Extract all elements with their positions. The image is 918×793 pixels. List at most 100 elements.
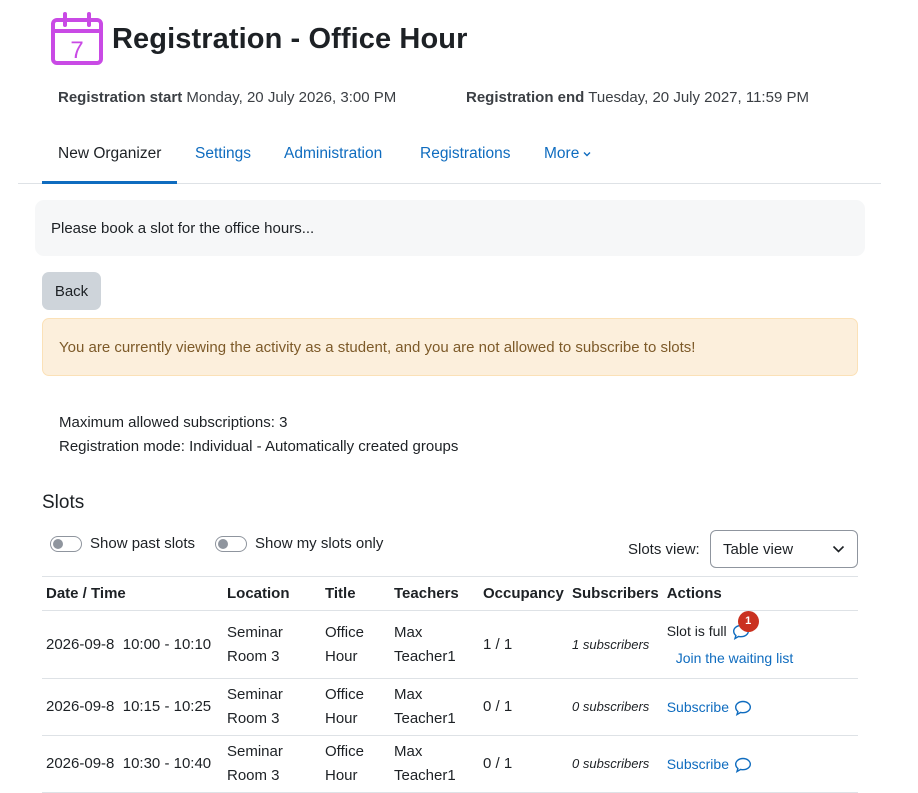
registration-end-label: Registration end: [466, 89, 585, 106]
slot-teacher-line1: Max: [394, 743, 423, 760]
comment-icon[interactable]: [734, 699, 752, 716]
slot-date: 2026-09-8: [46, 698, 115, 715]
slot-location: Seminar Room 3: [223, 678, 321, 736]
page-header: 7 Registration - Office Hour: [50, 12, 467, 66]
slot-occupancy: 0 / 1: [479, 678, 568, 736]
slot-time: 10:30 - 10:40: [122, 755, 212, 772]
slot-title-line2: Hour: [325, 767, 358, 784]
registration-start-value: Monday, 20 July 2026, 3:00 PM: [186, 89, 397, 106]
slot-full-status: Slot is full: [666, 623, 727, 639]
student-warning-alert: You are currently viewing the activity a…: [42, 318, 858, 376]
slot-date: 2026-09-8: [46, 635, 115, 653]
registration-end: Registration end Tuesday, 20 July 2027, …: [466, 89, 809, 106]
chevron-down-icon: [832, 545, 845, 553]
table-row: 2026-09-8 10:00 - 10:10 Seminar Room 3 Of…: [42, 610, 858, 679]
slots-view-label: Slots view:: [628, 541, 700, 558]
slot-occupancy: 0 / 1: [479, 735, 568, 793]
comment-icon-graphic: [734, 757, 751, 773]
slot-actions: Subscribe: [662, 735, 858, 793]
slot-title-line2: Hour: [325, 710, 358, 727]
slot-subscribers: 0 subscribers: [568, 735, 663, 793]
slot-teacher-line2: Teacher1: [394, 767, 456, 784]
toggle-switch[interactable]: [50, 535, 82, 552]
intro-box: Please book a slot for the office hours.…: [35, 200, 865, 256]
page-title: Registration - Office Hour: [112, 22, 468, 55]
secondary-navigation: New Organizer Settings Administration Re…: [18, 126, 881, 184]
slot-title-line2: Hour: [325, 647, 358, 665]
toggle-show-my-slots[interactable]: Show my slots only: [215, 535, 383, 552]
calendar-icon: 7: [51, 12, 103, 65]
toggle-show-past-slots-label: Show past slots: [90, 535, 196, 552]
slot-date-time: 2026-09-8 10:15 - 10:25: [42, 678, 223, 736]
slot-occupancy: 1 / 1: [479, 610, 568, 679]
comment-count-badge: 1: [737, 611, 759, 632]
slot-title: Office Hour: [321, 678, 390, 736]
slots-view-selected: Table view: [723, 541, 794, 558]
tab-more-label: More: [544, 145, 580, 162]
column-header-location[interactable]: Location: [223, 576, 321, 611]
slot-location-line2: Room 3: [227, 647, 280, 665]
slots-heading: Slots: [42, 492, 85, 513]
slot-teacher-line2: Teacher1: [394, 647, 456, 665]
column-header-actions: Actions: [662, 576, 858, 611]
column-header-title[interactable]: Title: [321, 576, 390, 611]
tab-registrations[interactable]: Registrations: [404, 126, 526, 184]
slot-title: Office Hour: [321, 735, 390, 793]
table-row: 2026-09-8 10:30 - 10:40 Seminar Room 3 Of…: [42, 735, 858, 793]
slot-date-time: 2026-09-8 10:30 - 10:40: [42, 735, 223, 793]
slot-subscribers: 1 subscribers: [568, 610, 663, 679]
comment-icon[interactable]: 1: [732, 611, 759, 640]
comment-icon-graphic: [734, 700, 751, 716]
slot-title-line1: Office: [325, 686, 364, 703]
slot-subscribers: 0 subscribers: [568, 678, 663, 736]
slot-actions: Slot is full 1 Join the waiting list: [662, 610, 858, 679]
table-header-row: Date / Time Location Title Teachers Occu…: [42, 576, 858, 611]
column-header-occupancy[interactable]: Occupancy: [479, 576, 568, 611]
slot-location: Seminar Room 3: [223, 610, 321, 679]
registration-end-value: Tuesday, 20 July 2027, 11:59 PM: [588, 89, 809, 106]
slot-title-line1: Office: [325, 623, 364, 641]
registration-start-label: Registration start: [58, 89, 183, 106]
max-subscriptions-info: Maximum allowed subscriptions: 3: [59, 414, 288, 431]
registration-mode-info: Registration mode: Individual - Automati…: [59, 438, 459, 455]
toggle-show-past-slots[interactable]: Show past slots: [50, 535, 195, 552]
slot-teachers: Max Teacher1: [390, 735, 479, 793]
slot-teachers: Max Teacher1: [390, 678, 479, 736]
tab-administration[interactable]: Administration: [268, 126, 398, 184]
comment-icon[interactable]: [734, 756, 752, 773]
slot-title: Office Hour: [321, 610, 390, 679]
tab-settings[interactable]: Settings: [179, 126, 267, 184]
slot-date: 2026-09-8: [46, 755, 115, 772]
chevron-down-icon: [583, 151, 591, 157]
toggle-knob: [53, 538, 63, 549]
subscribe-link[interactable]: Subscribe: [667, 752, 729, 776]
slot-actions: Subscribe: [662, 678, 858, 736]
column-header-teachers[interactable]: Teachers: [390, 576, 479, 611]
slots-table: Date / Time Location Title Teachers Occu…: [42, 576, 858, 793]
slot-location-line2: Room 3: [227, 767, 280, 784]
registration-start: Registration start Monday, 20 July 2026,…: [58, 89, 396, 106]
slot-teacher-line2: Teacher1: [394, 710, 456, 727]
subscribe-link[interactable]: Subscribe: [667, 695, 729, 719]
table-row: 2026-09-8 10:15 - 10:25 Seminar Room 3 Of…: [42, 678, 858, 736]
back-button[interactable]: Back: [42, 272, 101, 310]
slot-teacher-line1: Max: [394, 623, 423, 641]
slot-time: 10:15 - 10:25: [122, 698, 212, 715]
toggle-show-my-slots-label: Show my slots only: [255, 535, 384, 552]
slot-location-line1: Seminar: [227, 623, 283, 641]
slot-teachers: Max Teacher1: [390, 610, 479, 679]
column-header-date-time[interactable]: Date / Time: [42, 576, 223, 611]
slots-view-select[interactable]: Table view: [710, 530, 858, 568]
tab-more[interactable]: More: [528, 126, 608, 184]
slot-title-line1: Office: [325, 743, 364, 760]
slot-location-line2: Room 3: [227, 710, 280, 727]
calendar-icon-day: 7: [70, 37, 83, 64]
slot-location-line1: Seminar: [227, 686, 283, 703]
toggle-switch[interactable]: [215, 535, 247, 552]
slot-location: Seminar Room 3: [223, 735, 321, 793]
column-header-subscribers[interactable]: Subscribers: [568, 576, 663, 611]
join-waiting-list-link[interactable]: Join the waiting list: [676, 646, 854, 670]
slot-location-line1: Seminar: [227, 743, 283, 760]
tab-new-organizer[interactable]: New Organizer: [42, 126, 178, 184]
slot-time: 10:00 - 10:10: [122, 635, 212, 653]
